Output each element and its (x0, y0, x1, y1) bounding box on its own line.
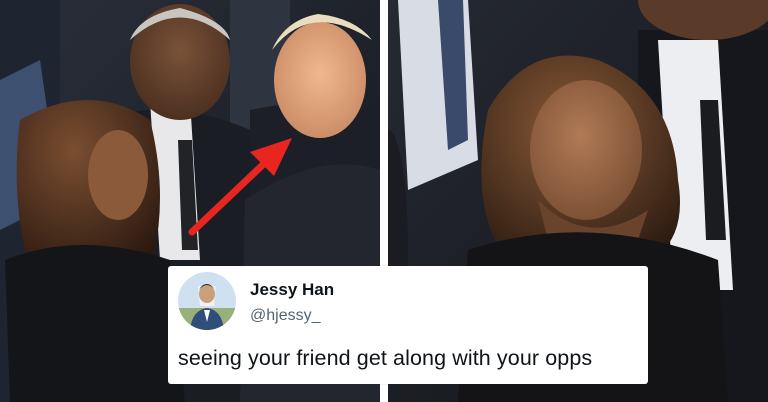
avatar-photo-icon (178, 272, 236, 330)
tweet-author-handle[interactable]: @hjessy_ (250, 307, 321, 325)
tweet-author-name[interactable]: Jessy Han (250, 280, 334, 300)
avatar[interactable] (178, 272, 236, 330)
tweet-card[interactable]: Jessy Han @hjessy_ seeing your friend ge… (168, 266, 648, 384)
tweet-text: seeing your friend get along with your o… (178, 346, 593, 370)
